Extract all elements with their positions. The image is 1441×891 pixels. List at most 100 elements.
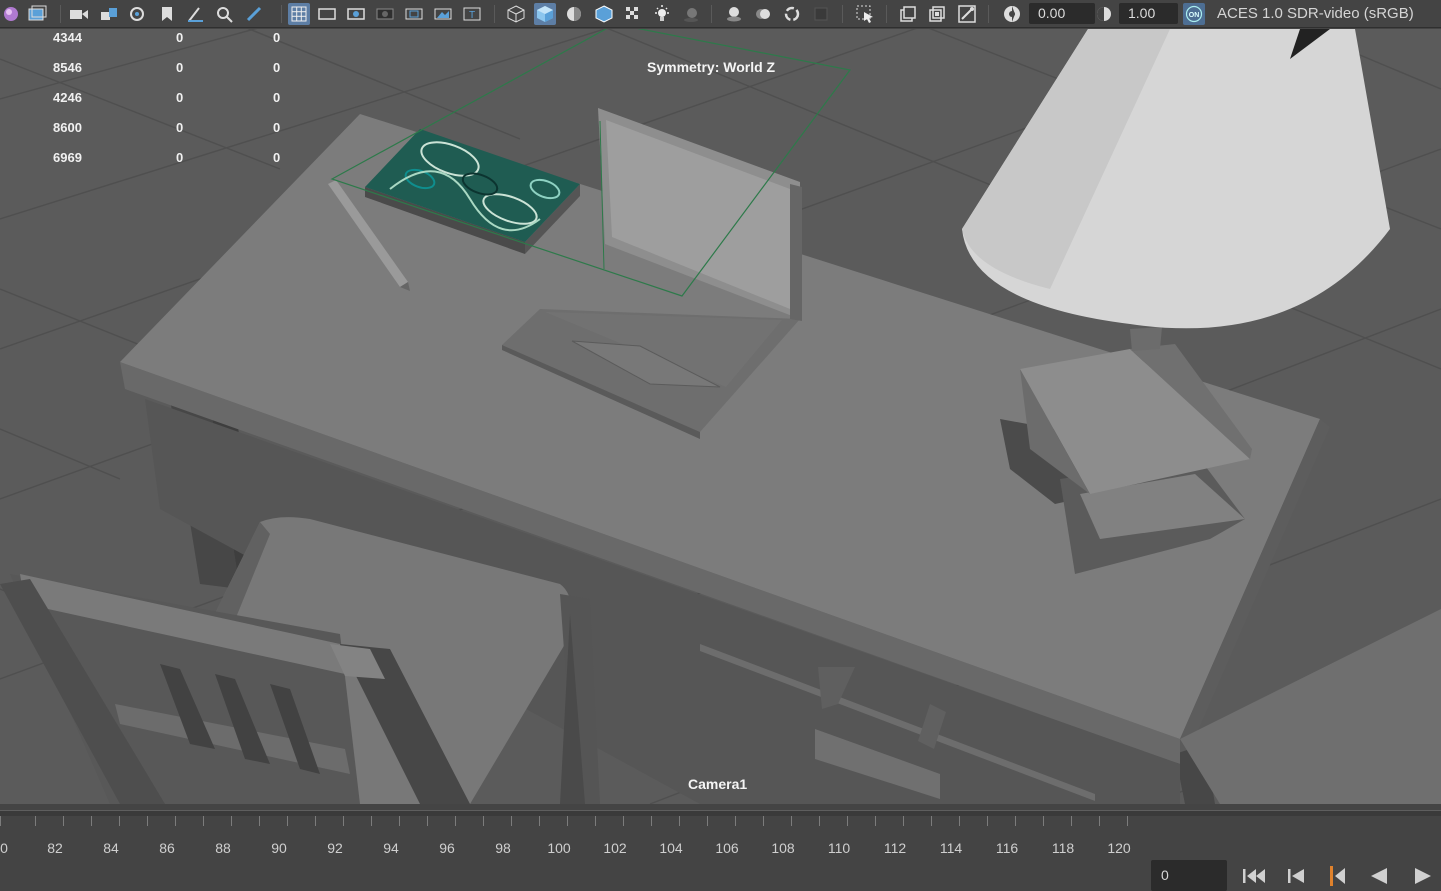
time-ruler-tick — [819, 816, 820, 826]
time-ruler-tick — [35, 816, 36, 826]
time-ruler-label: 116 — [995, 840, 1019, 856]
hud-value: 0 — [176, 30, 184, 45]
time-ruler-tick — [315, 816, 316, 826]
time-ruler-tick — [651, 816, 652, 826]
symmetry-label: Symmetry: World Z — [647, 59, 776, 75]
bookmark-icon[interactable] — [156, 3, 178, 25]
time-ruler-tick — [959, 816, 960, 826]
time-ruler-tick — [707, 816, 708, 826]
grease-pencil-icon[interactable] — [184, 3, 206, 25]
step-back-key-icon — [1288, 869, 1304, 883]
time-ruler-label: 104 — [659, 840, 683, 856]
time-ruler-label: 92 — [327, 840, 343, 856]
time-ruler-tick — [427, 816, 428, 826]
time-ruler-label: 88 — [215, 840, 231, 856]
time-ruler-tick — [0, 816, 1, 826]
resolution-gate-icon[interactable] — [345, 3, 367, 25]
time-ruler-tick — [567, 816, 568, 826]
xray-icon[interactable] — [897, 3, 919, 25]
hud-value: 0 — [176, 150, 184, 165]
time-ruler-label: 112 — [883, 840, 907, 856]
play-backwards-icon — [1371, 868, 1387, 884]
xray-joints-icon[interactable] — [956, 3, 978, 25]
time-ruler-label: 110 — [827, 840, 851, 856]
hud-row: 8546 0 0 — [0, 60, 300, 80]
time-ruler-label: 118 — [1051, 840, 1075, 856]
camera-name-label: Camera1 — [688, 776, 748, 792]
viewport-toolbar: T 0.00 1.00 ON ACES 1.0 SDR-video (sRGB) — [0, 0, 1441, 28]
time-ruler-tick — [931, 816, 932, 826]
shadows-icon[interactable] — [680, 3, 702, 25]
time-ruler-label: 0 — [0, 840, 8, 856]
gamma-field[interactable]: 1.00 — [1119, 3, 1178, 24]
hud-value: 6969 — [53, 150, 82, 165]
hud-value: 0 — [273, 30, 281, 45]
hud-row: 4344 0 0 — [0, 30, 300, 50]
default-material-icon[interactable] — [563, 3, 585, 25]
time-ruler[interactable]: 0 82 84 86 88 90 92 94 96 98 100 102 104 106 108 110 112… — [0, 816, 1140, 891]
play-backwards-button[interactable] — [1366, 864, 1392, 888]
time-ruler-tick — [119, 816, 120, 826]
shading-ball-icon[interactable] — [0, 3, 22, 25]
grid-icon[interactable] — [288, 3, 310, 25]
exposure-field[interactable]: 0.00 — [1029, 3, 1095, 24]
hud-row: 8600 0 0 — [0, 120, 300, 140]
hud-value: 4344 — [53, 30, 82, 45]
safe-action-icon[interactable] — [432, 3, 454, 25]
time-ruler-tick — [147, 816, 148, 826]
view-transform-dropdown[interactable]: ACES 1.0 SDR-video (sRGB) — [1210, 3, 1441, 25]
film-gate-icon[interactable] — [316, 3, 338, 25]
time-ruler-label: 84 — [103, 840, 119, 856]
color-management-toggle[interactable]: ON — [1183, 3, 1205, 25]
lamp-stem — [1130, 327, 1162, 351]
image-plane-icon[interactable] — [26, 3, 48, 25]
step-back-frame-button[interactable] — [1325, 864, 1351, 888]
hud-row: 6969 0 0 — [0, 150, 300, 170]
time-ruler-tick — [623, 816, 624, 826]
gamma-icon[interactable] — [1093, 3, 1115, 25]
camera-icon[interactable] — [68, 3, 90, 25]
time-ruler-label: 86 — [159, 840, 175, 856]
isolate-select-icon[interactable] — [854, 3, 876, 25]
hud-row: 4246 0 0 — [0, 90, 300, 110]
wireframe-on-shaded-icon[interactable] — [593, 3, 615, 25]
use-all-lights-icon[interactable] — [651, 3, 673, 25]
wireframe-icon[interactable] — [505, 3, 527, 25]
time-ruler-label: 108 — [771, 840, 795, 856]
time-ruler-label: 100 — [547, 840, 571, 856]
textured-icon[interactable] — [622, 3, 644, 25]
hud-value: 0 — [273, 120, 281, 135]
time-ruler-tick — [679, 816, 680, 826]
hud-value: 0 — [273, 60, 281, 75]
safe-title-icon[interactable]: T — [461, 3, 483, 25]
motion-blur-icon[interactable] — [752, 3, 774, 25]
hud-value: 4246 — [53, 90, 82, 105]
time-ruler-tick — [371, 816, 372, 826]
depth-of-field-icon[interactable] — [810, 3, 832, 25]
color-management-badge-text: ON — [1189, 12, 1200, 19]
2d-pan-zoom-icon[interactable] — [214, 3, 236, 25]
lock-camera-icon[interactable] — [98, 3, 120, 25]
play-forwards-button[interactable] — [1410, 864, 1436, 888]
anti-aliasing-icon[interactable] — [781, 3, 803, 25]
smooth-shade-icon[interactable] — [534, 3, 556, 25]
camera-attributes-icon[interactable] — [126, 3, 148, 25]
time-ruler-tick — [903, 816, 904, 826]
time-ruler-tick — [875, 816, 876, 826]
go-to-start-button[interactable] — [1241, 864, 1267, 888]
time-ruler-label: 82 — [47, 840, 63, 856]
time-ruler-tick — [595, 816, 596, 826]
time-ruler-label: 120 — [1107, 840, 1131, 856]
paint-brush-icon[interactable] — [243, 3, 265, 25]
time-ruler-tick — [203, 816, 204, 826]
gate-mask-icon[interactable] — [374, 3, 396, 25]
3d-viewport[interactable]: 4344 0 0 8546 0 0 4246 0 0 8600 0 0 6969 — [0, 29, 1441, 804]
screen-space-ao-icon[interactable] — [723, 3, 745, 25]
field-chart-icon[interactable] — [403, 3, 425, 25]
current-frame-field[interactable]: 0 — [1151, 860, 1227, 891]
step-back-key-button[interactable] — [1284, 864, 1310, 888]
time-ruler-tick — [1015, 816, 1016, 826]
time-ruler-tick — [343, 816, 344, 826]
exposure-icon[interactable] — [1001, 3, 1023, 25]
xray-active-components-icon[interactable] — [926, 3, 948, 25]
